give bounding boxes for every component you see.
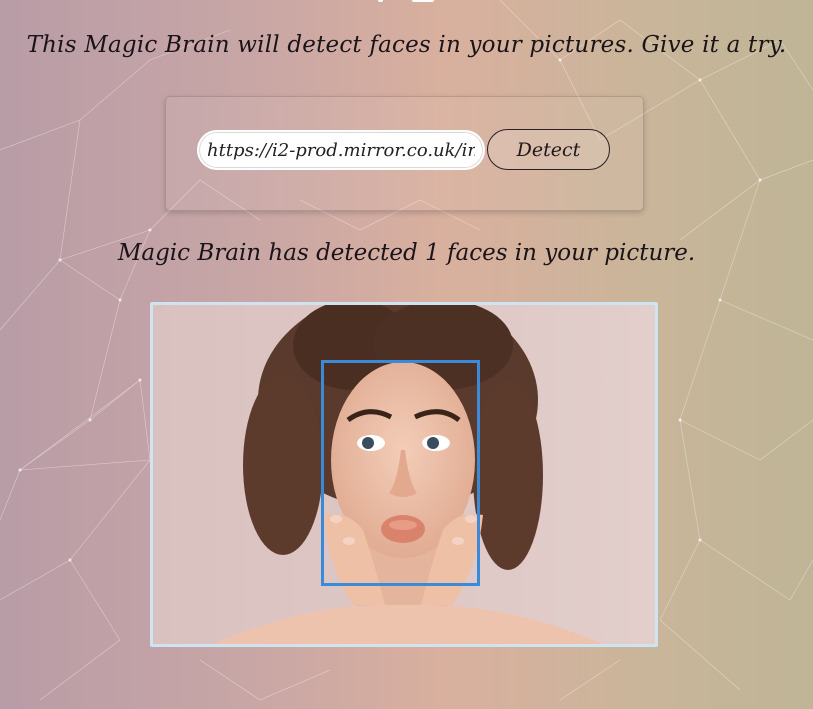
detection-result-text: Magic Brain has detected 1 faces in your… [117, 240, 696, 266]
nav-partial-top [370, 0, 440, 4]
image-url-input[interactable] [197, 130, 485, 170]
face-bounding-box [321, 360, 480, 586]
face-recognition-image [150, 302, 658, 647]
detect-button[interactable]: Detect [487, 129, 610, 170]
intro-text: This Magic Brain will detect faces in yo… [26, 32, 787, 58]
